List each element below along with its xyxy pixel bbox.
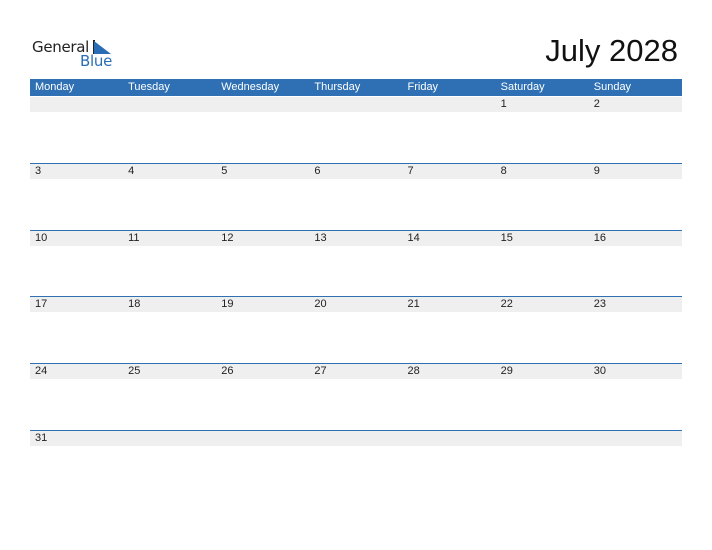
day-cell [496, 431, 589, 446]
weekday-thursday: Thursday [314, 81, 361, 93]
day-cell: 23 [593, 298, 606, 310]
day-cell: 4 [128, 165, 135, 177]
day-cell: 19 [221, 298, 234, 310]
day-cell [123, 431, 216, 446]
day-cell [123, 97, 216, 112]
weekday-sunday: Sunday [593, 81, 632, 93]
day-cell: 21 [407, 298, 420, 310]
logo: General Blue [32, 38, 122, 70]
day-cell: 29 [500, 365, 513, 377]
week-band: 17 18 19 20 21 22 23 [30, 297, 682, 312]
day-cell: 25 [128, 365, 141, 377]
day-cell: 10 [35, 232, 48, 244]
day-cell: 20 [314, 298, 327, 310]
day-cell: 15 [500, 232, 513, 244]
day-cell: 5 [221, 165, 228, 177]
day-cell: 27 [314, 365, 327, 377]
day-cell [216, 431, 309, 446]
day-cell [589, 431, 682, 446]
logo-blue-text: Blue [80, 52, 112, 70]
weekday-wednesday: Wednesday [221, 81, 280, 93]
day-cell: 28 [407, 365, 420, 377]
day-cell: 13 [314, 232, 327, 244]
week-band: 1 2 [30, 97, 682, 112]
day-cell: 18 [128, 298, 141, 310]
day-cell [30, 97, 123, 112]
week-band: 10 11 12 13 14 15 16 [30, 231, 682, 246]
day-cell: 17 [35, 298, 48, 310]
day-cell: 26 [221, 365, 234, 377]
page-title: July 2028 [545, 33, 678, 68]
day-cell: 16 [593, 232, 606, 244]
day-cell: 7 [407, 165, 414, 177]
day-cell: 1 [500, 98, 507, 110]
weekday-friday: Friday [407, 81, 439, 93]
day-cell: 11 [128, 232, 140, 244]
day-cell [403, 431, 496, 446]
day-cell: 31 [35, 432, 48, 444]
day-cell: 2 [593, 98, 600, 110]
day-cell [216, 97, 309, 112]
week-band: 31 [30, 431, 682, 446]
day-cell: 12 [221, 232, 234, 244]
weekday-monday: Monday [35, 81, 75, 93]
day-cell: 3 [35, 165, 42, 177]
weekday-saturday: Saturday [500, 81, 545, 93]
weekday-header: Monday Tuesday Wednesday Thursday Friday… [30, 79, 682, 96]
week-band: 24 25 26 27 28 29 30 [30, 364, 682, 379]
day-cell: 6 [314, 165, 321, 177]
week-band: 3 4 5 6 7 8 9 [30, 164, 682, 179]
day-cell [403, 97, 496, 112]
day-cell: 24 [35, 365, 48, 377]
weekday-tuesday: Tuesday [128, 81, 170, 93]
day-cell: 8 [500, 165, 507, 177]
day-cell: 22 [500, 298, 513, 310]
day-cell [309, 431, 402, 446]
day-cell: 14 [407, 232, 420, 244]
day-cell: 30 [593, 365, 606, 377]
day-cell: 9 [593, 165, 600, 177]
day-cell [309, 97, 402, 112]
